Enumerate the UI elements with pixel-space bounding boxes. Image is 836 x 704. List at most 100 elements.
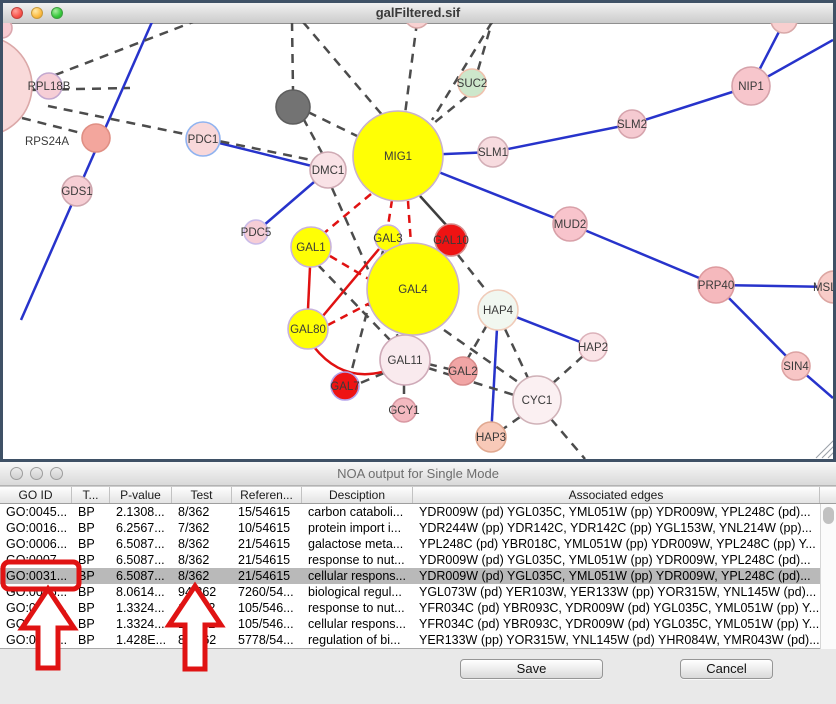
network-canvas[interactable]: RPL18BRPS24AGDS1PDC1PDC5DMC1MIG1SUC2SLM1… — [3, 23, 833, 459]
table-cell: 8/362 — [172, 536, 232, 552]
node-RPS24A[interactable] — [82, 124, 110, 152]
table-cell: response to nut... — [302, 600, 413, 616]
column-header-p-value[interactable]: P-value — [110, 487, 172, 503]
node-label: RPS24A — [25, 136, 69, 148]
zoom-button-icon[interactable] — [51, 7, 63, 19]
table-cell: 21/54615 — [232, 552, 302, 568]
column-header-test[interactable]: Test — [172, 487, 232, 503]
edge — [78, 23, 152, 190]
scrollbar-thumb[interactable] — [823, 507, 834, 524]
column-header-t-[interactable]: T... — [72, 487, 110, 503]
results-table: GO IDT...P-valueTestReferen...Desciption… — [0, 486, 836, 649]
table-cell: 1.3324... — [110, 616, 172, 632]
table-cell: 6.5087... — [110, 552, 172, 568]
node-label: MIG1 — [384, 151, 412, 163]
table-header-row: GO IDT...P-valueTestReferen...Desciption… — [0, 486, 836, 504]
table-cell: cellular respons... — [302, 616, 413, 632]
table-cell: biological regul... — [302, 584, 413, 600]
table-row[interactable]: GO:0016...BP6.2567...7/36210/54615protei… — [0, 520, 836, 536]
resize-grip-icon[interactable] — [828, 452, 833, 458]
edge — [303, 23, 389, 123]
edge — [493, 124, 632, 152]
table-cell: YDR009W (pd) YGL035C, YML051W (pp) YDR00… — [413, 552, 820, 568]
node-unlabeled-gray[interactable] — [276, 90, 310, 124]
table-cell: BP — [72, 584, 110, 600]
cancel-button[interactable]: Cancel — [680, 659, 773, 679]
edge — [292, 23, 293, 90]
noa-titlebar[interactable]: NOA output for Single Mode — [0, 462, 836, 486]
node-unlabeled-corner[interactable] — [3, 23, 12, 38]
column-header-referen-[interactable]: Referen... — [232, 487, 302, 503]
edge — [308, 267, 310, 309]
node-label: SLM1 — [478, 147, 508, 159]
table-cell: GO:0007... — [0, 552, 72, 568]
vertical-scrollbar[interactable] — [820, 504, 836, 649]
table-cell: cellular respons... — [302, 568, 413, 584]
table-cell: 11/362 — [172, 600, 232, 616]
node-unlabeled-top-right[interactable] — [771, 23, 797, 33]
zoom-button-icon[interactable] — [50, 467, 63, 480]
table-cell: GO:0006... — [0, 536, 72, 552]
column-header-desciption[interactable]: Desciption — [302, 487, 413, 503]
table-cell: BP — [72, 536, 110, 552]
table-cell: BP — [72, 600, 110, 616]
table-cell: 5778/54... — [232, 632, 302, 648]
table-row[interactable]: GO:0065...BP8.0614...94/3627260/54...bio… — [0, 584, 836, 600]
node-label: RPL18B — [28, 81, 71, 93]
node-label: SIN4 — [783, 361, 809, 373]
table-cell: 8/362 — [172, 568, 232, 584]
table-cell: 10/54615 — [232, 520, 302, 536]
noa-window-title: NOA output for Single Mode — [0, 462, 836, 485]
table-cell: 105/546... — [232, 600, 302, 616]
minimize-button-icon[interactable] — [31, 7, 43, 19]
minimize-button-icon[interactable] — [30, 467, 43, 480]
table-cell: 94/362 — [172, 584, 232, 600]
node-label: GAL80 — [290, 324, 326, 336]
network-titlebar[interactable]: galFiltered.sif — [3, 3, 833, 24]
table-row[interactable]: GO:0031...BP6.5087...8/36221/54615cellul… — [0, 568, 836, 584]
edge — [570, 224, 716, 285]
close-button-icon[interactable] — [10, 467, 23, 480]
table-row[interactable]: GO:0050...BP1.428E...80/3625778/54...reg… — [0, 632, 836, 648]
node-label: PRP40 — [698, 280, 734, 292]
table-cell: galactose meta... — [302, 536, 413, 552]
table-row[interactable]: GO:0006...BP6.5087...8/36221/54615galact… — [0, 536, 836, 552]
table-cell: response to nut... — [302, 552, 413, 568]
table-cell: YPL248C (pd) YBR018C, YML051W (pp) YDR00… — [413, 536, 820, 552]
table-cell: BP — [72, 504, 110, 520]
table-cell: 8/362 — [172, 504, 232, 520]
column-header-associated-edges[interactable]: Associated edges — [413, 487, 820, 503]
save-button[interactable]: Save — [460, 659, 603, 679]
table-cell: GO:0065... — [0, 584, 72, 600]
edge — [478, 23, 492, 70]
table-cell: 6.5087... — [110, 568, 172, 584]
table-row[interactable]: GO:0007...BP6.5087...8/36221/54615respon… — [0, 552, 836, 568]
table-cell: YDR244W (pp) YDR142C, YDR142C (pp) YGL15… — [413, 520, 820, 536]
node-label: GAL7 — [330, 381, 359, 393]
resize-grip-icon[interactable] — [822, 446, 833, 458]
node-label: SLM2 — [617, 119, 647, 131]
node-label: GAL3 — [373, 233, 402, 245]
node-unlabeled-top-mid[interactable] — [405, 23, 429, 28]
close-button-icon[interactable] — [11, 7, 23, 19]
table-body: GO:0045...BP2.1308...8/36215/54615carbon… — [0, 504, 836, 648]
table-row[interactable]: GO:0045...BP2.1308...8/36215/54615carbon… — [0, 504, 836, 520]
node-label: SUC2 — [457, 78, 488, 90]
table-cell: 21/54615 — [232, 568, 302, 584]
edge — [330, 256, 372, 281]
table-row[interactable]: GO:0031...BP1.3324...11/362105/546...res… — [0, 600, 836, 616]
table-row[interactable]: GO:0031...BP1.3324...11/362105/546...cel… — [0, 616, 836, 632]
table-cell: BP — [72, 552, 110, 568]
table-cell: YGL073W (pd) YER103W, YER133W (pp) YOR31… — [413, 584, 820, 600]
table-cell: BP — [72, 632, 110, 648]
column-header-go-id[interactable]: GO ID — [0, 487, 72, 503]
table-cell: BP — [72, 520, 110, 536]
table-cell: 1.428E... — [110, 632, 172, 648]
table-cell: 1.3324... — [110, 600, 172, 616]
node-label: GAL4 — [398, 284, 428, 296]
table-cell: YFR034C (pd) YBR093C, YDR009W (pd) YGL03… — [413, 600, 820, 616]
node-label: GAL11 — [388, 355, 423, 367]
edge — [55, 23, 193, 75]
table-cell: 2.1308... — [110, 504, 172, 520]
table-cell: 11/362 — [172, 616, 232, 632]
